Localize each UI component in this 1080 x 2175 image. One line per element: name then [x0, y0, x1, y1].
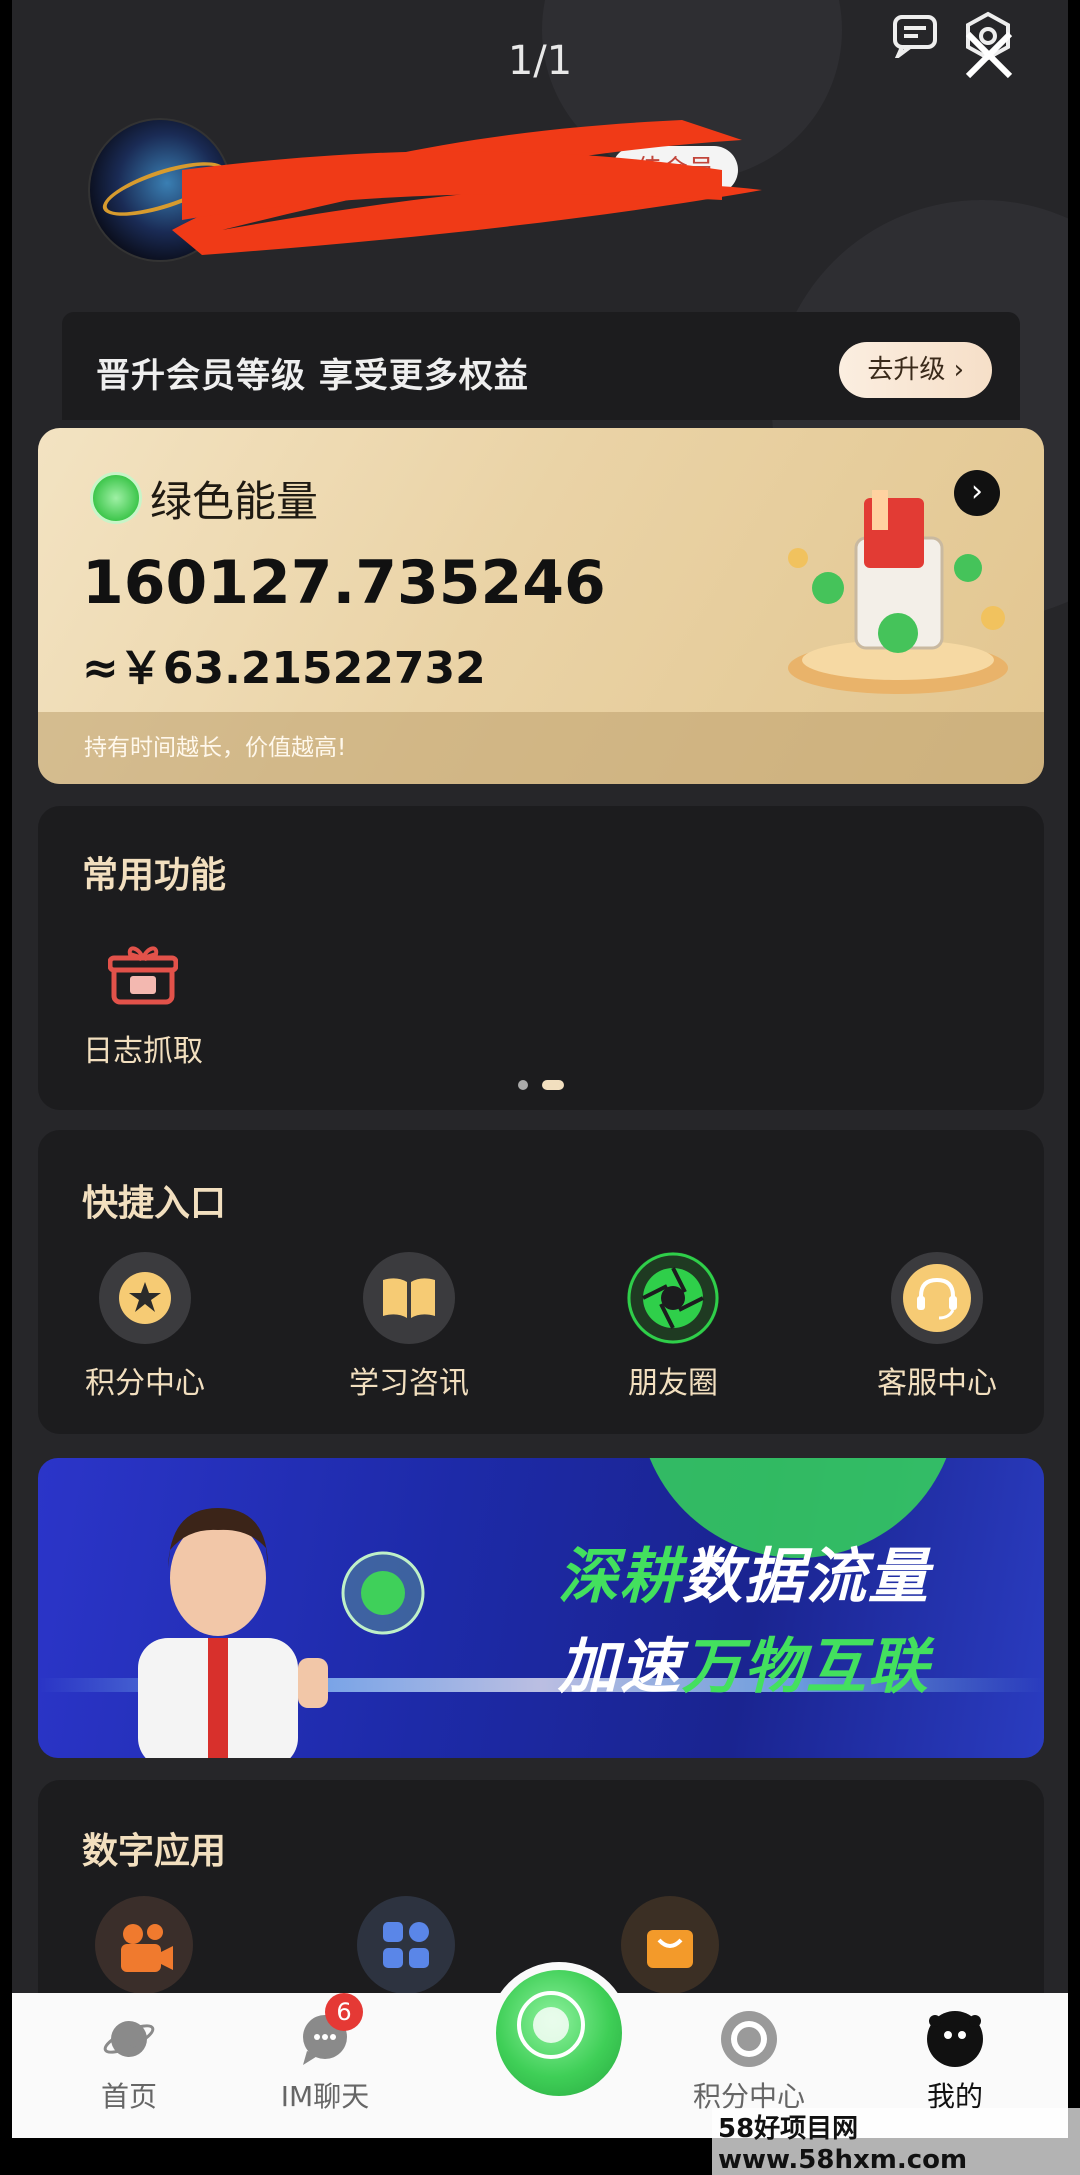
page-dot[interactable]: [518, 1079, 529, 1090]
center-points-button[interactable]: [488, 1962, 630, 2104]
banner-text-white: 加速: [558, 1632, 682, 1702]
tab-label: 首页: [100, 2080, 157, 2113]
spokesperson-illustration: [138, 1508, 328, 1758]
upgrade-text: 晋升会员等级 享受更多权益: [96, 356, 529, 396]
book-icon: [363, 1252, 455, 1344]
common-functions-title: 常用功能: [82, 855, 227, 896]
wallet-illustration-icon: [788, 490, 1008, 694]
quick-entry-label: 学习咨讯: [349, 1366, 469, 1401]
promo-banner[interactable]: 深耕数据流量 加速万物互联: [38, 1458, 1044, 1758]
profile-icon: [927, 2011, 983, 2067]
site-watermark: 58好项目网www.58hxm.com: [712, 2108, 1080, 2175]
green-energy-card[interactable]: 绿色能量 › 160127.735246 ≈￥63.21522732 持有时间越…: [38, 428, 1044, 784]
energy-amount: 160127.735246: [82, 548, 606, 618]
function-log-capture[interactable]: 日志抓取: [78, 942, 208, 1070]
banner-line-1: 深耕数据流量: [558, 1528, 930, 1615]
video-camera-icon: [95, 1896, 193, 1994]
quick-entry-customer-service[interactable]: 客服中心: [852, 1252, 1022, 1402]
quick-entry-card: 快捷入口 积分中心 学习咨讯 朋友圈 客服中心: [38, 1130, 1044, 1434]
redaction-scribble: [172, 120, 762, 255]
apps-grid-icon: [357, 1896, 455, 1994]
chat-icon: 6: [297, 1993, 363, 2067]
banner-text-green: 万物互联: [682, 1632, 930, 1702]
banner-line-2: 加速万物互联: [558, 1618, 930, 1705]
phone-screen: 1/1 佳会员 晋升会员等级 享受更多权益 去升级 › 绿色能量 › 16012…: [12, 0, 1068, 2138]
upgrade-bar: 晋升会员等级 享受更多权益 去升级 ›: [62, 312, 1020, 420]
close-icon[interactable]: [962, 28, 1016, 86]
digital-app-apps[interactable]: [356, 1896, 456, 1994]
gift-icon: [107, 946, 179, 1005]
unread-badge: 6: [325, 1993, 363, 2031]
quick-entry-moments[interactable]: 朋友圈: [588, 1252, 758, 1402]
banner-text-green: 深耕: [558, 1542, 682, 1612]
planet-icon: [101, 2011, 157, 2067]
digital-app-shop[interactable]: [620, 1896, 720, 1994]
points-coin-icon: [517, 1991, 585, 2059]
page-dot-active[interactable]: [541, 1079, 564, 1090]
tab-profile[interactable]: 我的: [880, 2011, 1030, 2115]
headset-icon: [891, 1252, 983, 1344]
energy-rmb-value: ≈￥63.21522732: [82, 643, 486, 694]
star-icon: [99, 1252, 191, 1344]
energy-hint: 持有时间越长，价值越高!: [84, 735, 347, 761]
tab-label: IM聊天: [280, 2080, 370, 2113]
quick-entry-points-center[interactable]: 积分中心: [60, 1252, 230, 1402]
quick-entry-title: 快捷入口: [82, 1183, 227, 1224]
quick-entry-study-news[interactable]: 学习咨讯: [324, 1252, 494, 1402]
banner-text-white: 数据流量: [682, 1542, 930, 1612]
quick-entry-label: 朋友圈: [628, 1366, 718, 1401]
points-icon: [721, 2011, 777, 2067]
quick-entry-label: 客服中心: [877, 1366, 997, 1401]
common-functions-card: 常用功能 日志抓取: [38, 806, 1044, 1110]
digital-app-video[interactable]: [94, 1896, 194, 1994]
energy-coin-icon: [90, 472, 142, 524]
digital-apps-title: 数字应用: [82, 1831, 227, 1872]
tab-home[interactable]: 首页: [54, 2011, 204, 2115]
quick-entry-label: 积分中心: [85, 1366, 205, 1401]
page-dots: [38, 1074, 1044, 1093]
message-icon[interactable]: [892, 14, 938, 63]
tab-points-center[interactable]: 积分中心: [674, 2011, 824, 2115]
energy-title: 绿色能量: [150, 477, 319, 526]
function-label: 日志抓取: [83, 1034, 203, 1069]
aperture-icon: [627, 1252, 719, 1344]
upgrade-button[interactable]: 去升级 ›: [839, 342, 992, 398]
tab-im-chat[interactable]: 6 IM聊天: [250, 1993, 400, 2115]
shopping-bag-icon: [621, 1896, 719, 1994]
